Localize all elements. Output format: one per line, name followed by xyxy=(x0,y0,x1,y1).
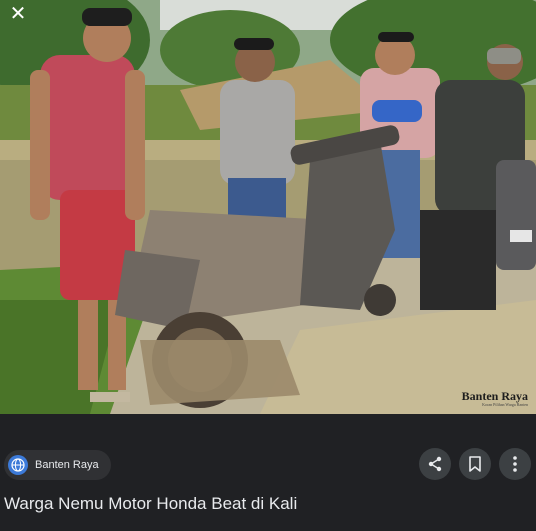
share-icon xyxy=(428,456,442,472)
photo-watermark: Banten Raya Koran Pilihan Warga Banten xyxy=(462,390,528,407)
news-photo[interactable]: ✕ Banten Raya Koran Pilihan Warga Banten xyxy=(0,0,536,414)
close-icon: ✕ xyxy=(9,3,27,25)
source-name: Banten Raya xyxy=(35,459,99,471)
result-title[interactable]: Warga Nemu Motor Honda Beat di Kali xyxy=(4,494,297,514)
close-button[interactable]: ✕ xyxy=(6,2,30,26)
result-info-panel: Banten Raya Warga Nemu Motor Honda Beat … xyxy=(0,414,536,531)
source-chip[interactable]: Banten Raya xyxy=(4,450,111,480)
bookmark-icon xyxy=(469,456,481,472)
share-button[interactable] xyxy=(419,448,451,480)
more-vert-icon xyxy=(513,456,517,472)
more-options-button[interactable] xyxy=(499,448,531,480)
globe-icon xyxy=(8,455,28,475)
bookmark-button[interactable] xyxy=(459,448,491,480)
photo-scene xyxy=(0,0,536,414)
watermark-name: Banten Raya xyxy=(461,389,528,403)
